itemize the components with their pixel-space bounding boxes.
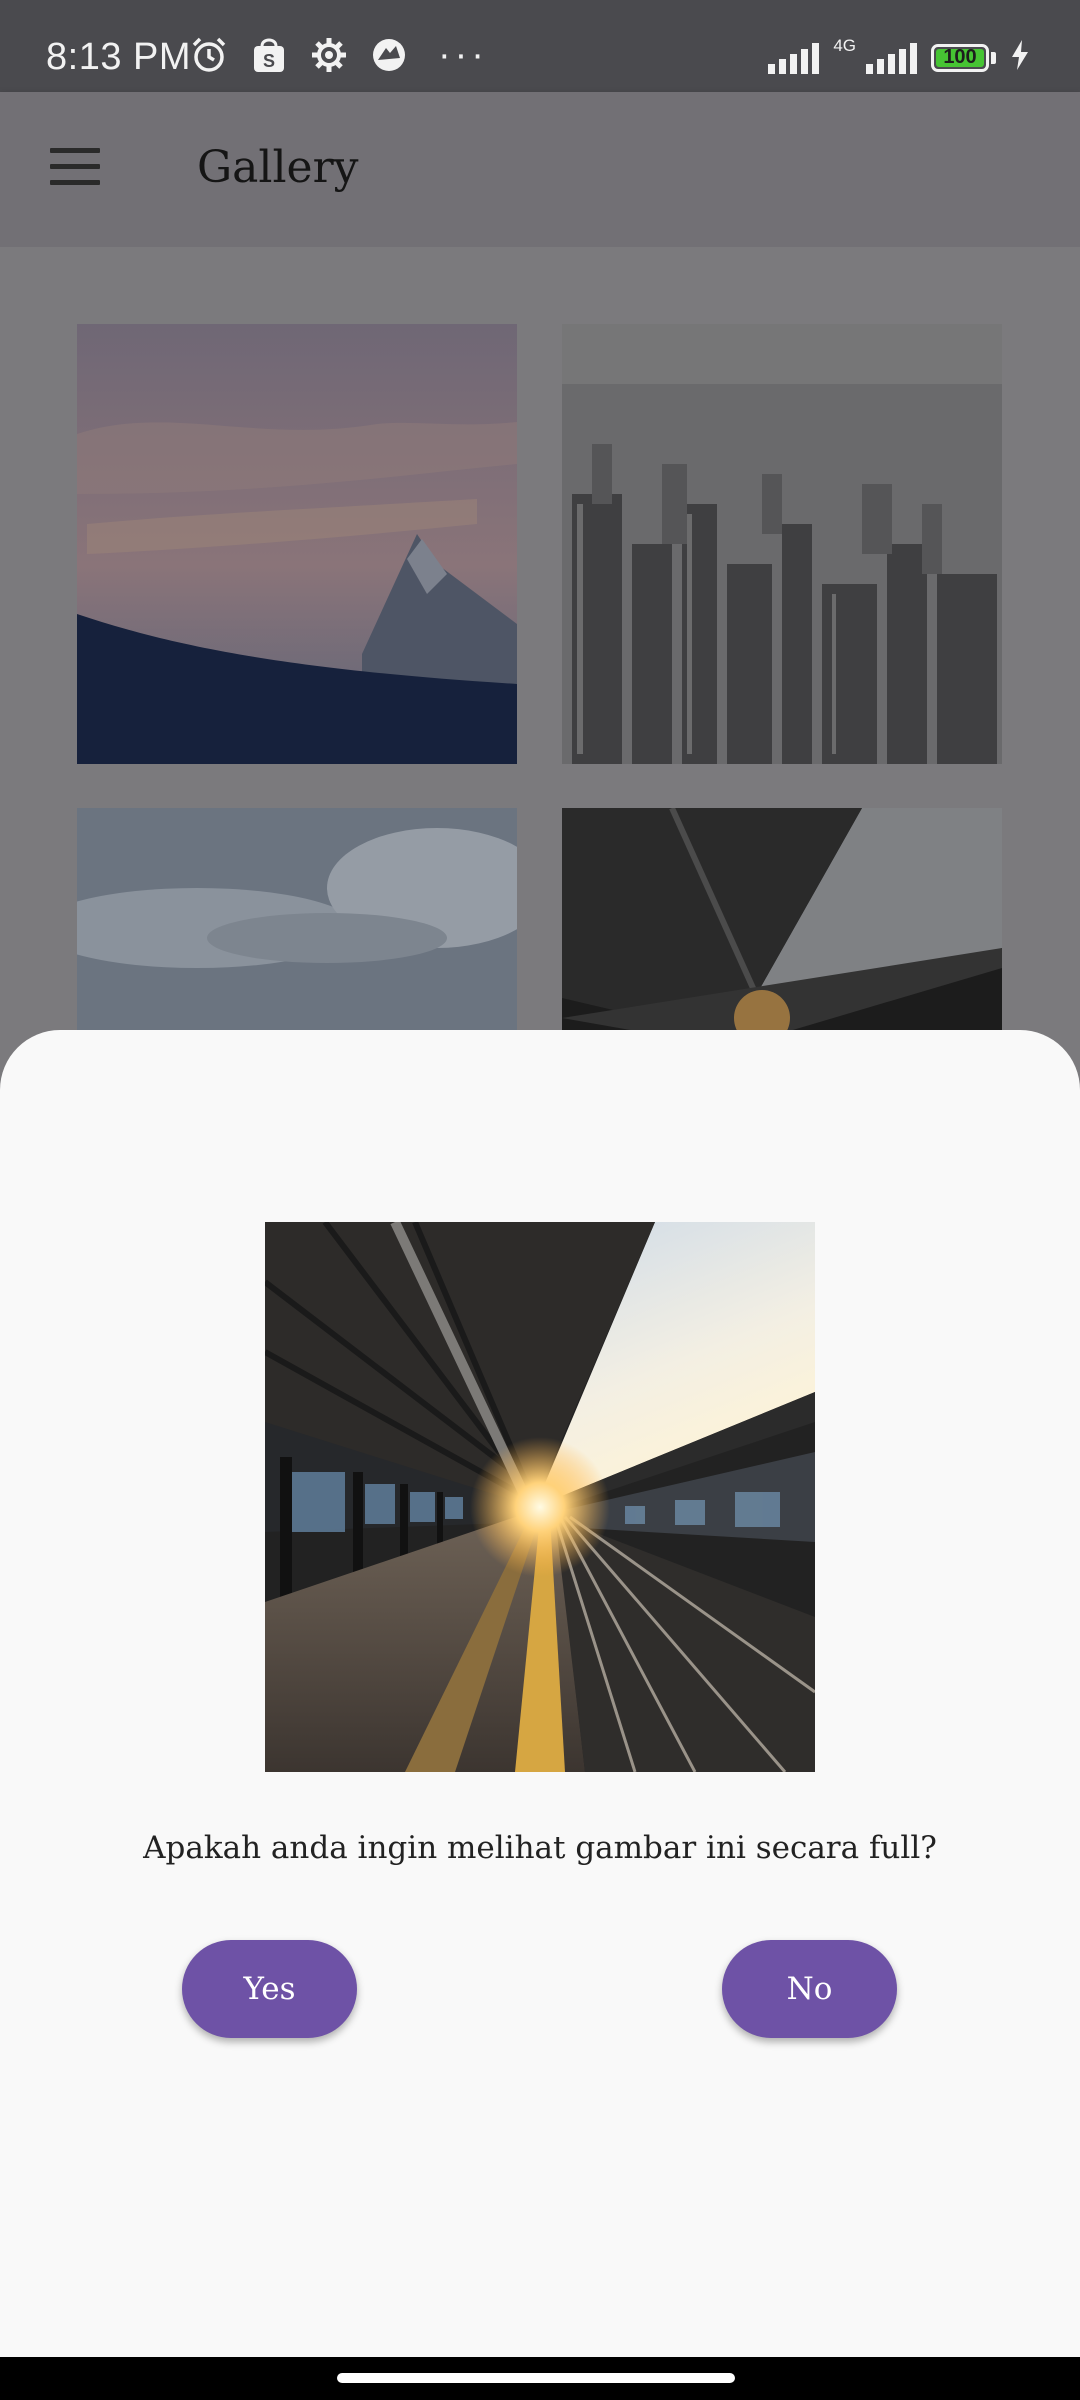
page-title: Gallery bbox=[197, 142, 359, 193]
settings-icon bbox=[310, 36, 348, 74]
yes-button[interactable]: Yes bbox=[182, 1940, 357, 2038]
no-button[interactable]: No bbox=[722, 1940, 897, 2038]
battery-cap bbox=[991, 51, 996, 64]
home-gesture-handle[interactable] bbox=[337, 2373, 735, 2383]
hamburger-menu-icon[interactable] bbox=[50, 148, 100, 188]
preview-image-train-platform bbox=[265, 1222, 815, 1772]
alarm-icon bbox=[190, 36, 228, 74]
jurassic-icon bbox=[370, 36, 408, 74]
dialog-question: Apakah anda ingin melihat gambar ini sec… bbox=[143, 1830, 937, 1866]
charging-icon bbox=[1010, 40, 1030, 75]
more-notifications-icon: ··· bbox=[438, 34, 488, 76]
signal-icon-2 bbox=[866, 42, 917, 74]
app-bar: Gallery bbox=[0, 92, 1080, 247]
svg-text:S: S bbox=[263, 51, 275, 71]
status-bar: 8:13 PM S ··· 4G 100 bbox=[0, 0, 1080, 92]
battery-icon: 100 bbox=[931, 43, 989, 72]
status-time: 8:13 PM bbox=[46, 36, 192, 78]
gallery-image-mountain[interactable] bbox=[77, 324, 517, 764]
signal-icon bbox=[768, 42, 820, 74]
battery-level: 100 bbox=[943, 46, 977, 68]
navigation-bar bbox=[0, 2357, 1080, 2400]
status-notification-icons: S ··· bbox=[190, 36, 488, 74]
status-system-icons: 4G 100 bbox=[768, 36, 1030, 75]
shopee-icon: S bbox=[250, 36, 288, 74]
gallery-image-city[interactable] bbox=[562, 324, 1002, 764]
network-type: 4G bbox=[833, 35, 856, 55]
